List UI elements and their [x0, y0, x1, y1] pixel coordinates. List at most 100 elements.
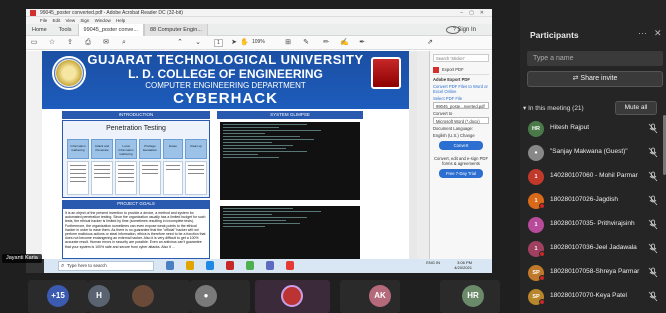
chrome-icon[interactable]: [246, 261, 254, 270]
tab-document-poster[interactable]: 99045_poster conve...: [77, 23, 144, 36]
print-icon[interactable]: ⎙: [84, 39, 92, 47]
participant-name: 180280107035- Prithvirajsinh: [550, 220, 635, 227]
hand-tool-icon[interactable]: ✋: [240, 39, 249, 47]
search-participant-input[interactable]: Type a name: [527, 51, 663, 66]
avatar: HR: [462, 285, 484, 307]
poster-college: L. D. COLLEGE OF ENGINEERING: [128, 67, 323, 81]
participant-row[interactable]: SP 180280107070-Keya Patel: [520, 288, 666, 306]
email-icon[interactable]: ✉: [102, 39, 110, 47]
export-pdf-tool[interactable]: Export PDF: [433, 65, 489, 75]
avatar: AK: [369, 285, 391, 307]
system-screenshot-1: [220, 122, 360, 200]
step-3: Local Information Gathering: [115, 139, 137, 159]
step-detail-1: [67, 161, 89, 195]
avatar: [132, 285, 154, 307]
page-number-field[interactable]: 1: [214, 39, 223, 47]
in-meeting-header[interactable]: ▾ In this meeting (21): [523, 104, 584, 112]
prev-page-icon[interactable]: ⌃: [176, 39, 184, 47]
document-scrollbar[interactable]: [409, 51, 417, 259]
fit-page-icon[interactable]: ⊞: [284, 39, 292, 47]
user-icon: ●: [528, 145, 544, 161]
gallery-tile-overflow[interactable]: +15: [28, 280, 88, 313]
participant-name: "Sanjay Makwana (Guest)": [550, 148, 628, 155]
system-screenshot-2: [220, 206, 360, 259]
participant-row[interactable]: HR Hitesh Rajput: [520, 120, 666, 138]
teams-icon[interactable]: [266, 261, 274, 270]
zoom-level[interactable]: 109%: [252, 39, 265, 45]
step-5: Erase: [163, 139, 183, 159]
select-file-link[interactable]: Select PDF File: [433, 96, 489, 101]
upload-icon[interactable]: ⇪: [66, 39, 74, 47]
tab-home[interactable]: Home: [26, 27, 53, 33]
participant-row[interactable]: 1 180280107026-Jagdish: [520, 192, 666, 210]
acrobat-title-bar: 99045_poster converted.pdf - Adobe Acrob…: [26, 9, 492, 17]
share-invite-button[interactable]: ⇄ Share invite: [527, 71, 663, 87]
selected-file[interactable]: 99045_poste...nverted.pdf: [433, 102, 489, 109]
file-explorer-icon[interactable]: [186, 261, 194, 270]
window-controls[interactable]: –▢✕: [460, 9, 490, 17]
sign-icon[interactable]: ✒: [358, 39, 366, 47]
language-indicator[interactable]: ENG IN: [426, 260, 440, 265]
search-icon: ⌕: [61, 263, 65, 269]
tools-search-field[interactable]: Search 'Sticker': [433, 54, 489, 62]
bookmark-star-icon[interactable]: ☆: [48, 39, 56, 47]
tab-tools[interactable]: Tools: [53, 27, 78, 33]
left-nav-rail[interactable]: [26, 51, 42, 259]
comment-icon[interactable]: ✎: [302, 39, 310, 47]
clock-date: 4/20/2021: [454, 265, 472, 270]
poster-university: GUJARAT TECHNOLOGICAL UNIVERSITY: [87, 52, 364, 67]
app-icon[interactable]: [286, 261, 294, 270]
participant-name: 140280107060 - Mohil Parmar: [550, 172, 638, 179]
convert-button[interactable]: Convert: [439, 141, 483, 150]
step-1: Information Gathering: [67, 139, 89, 159]
taskbar-search[interactable]: ⌕ Type here to search: [58, 261, 154, 271]
acrobat-app-icon: [30, 10, 36, 16]
step-2: Attack and Penetrate: [91, 139, 113, 159]
gallery-tile-ak[interactable]: AK: [340, 280, 400, 313]
share-icon[interactable]: ⇗: [426, 39, 434, 47]
introduction-box: Penetration Testing Information Gatherin…: [62, 120, 210, 198]
task-view-icon[interactable]: [166, 261, 174, 270]
close-icon[interactable]: ✕: [654, 28, 662, 39]
next-page-icon[interactable]: ⌄: [194, 39, 202, 47]
avatar: 1: [528, 217, 544, 233]
more-options-icon[interactable]: ···: [638, 28, 647, 38]
acrobat-taskbar-icon[interactable]: [226, 261, 234, 270]
save-icon[interactable]: ▭: [30, 39, 38, 47]
pdf-page: GUJARAT TECHNOLOGICAL UNIVERSITY L. D. C…: [42, 51, 409, 259]
participant-row[interactable]: 1 140280107060 - Mohil Parmar: [520, 168, 666, 186]
participants-panel: Participants ··· ✕ Type a name ⇄ Share i…: [520, 0, 666, 313]
mic-muted-icon: [648, 147, 658, 158]
avatar: HR: [528, 121, 544, 137]
free-trial-button[interactable]: Free 7-Day Trial: [439, 169, 483, 178]
draw-icon[interactable]: ✍: [340, 39, 349, 47]
status-badge: [539, 203, 545, 209]
participant-row[interactable]: 1 180280107036-Jeel Jadawala: [520, 240, 666, 258]
highlight-icon[interactable]: ✏: [322, 39, 330, 47]
sign-in-link[interactable]: Sign In: [451, 24, 482, 36]
gallery-tile-guest[interactable]: ●: [190, 280, 250, 313]
clock[interactable]: 3:06 PM 4/20/2021: [454, 260, 472, 270]
poster-project-title: CYBERHACK: [173, 90, 278, 107]
language-value[interactable]: English (U.S.) Change: [433, 133, 489, 138]
status-badge: [539, 251, 545, 257]
gallery-tile-hr[interactable]: HR: [440, 280, 500, 313]
tools-rail[interactable]: [417, 51, 429, 259]
mic-muted-icon: [648, 291, 658, 302]
gallery-tile-photo[interactable]: [130, 280, 190, 313]
mute-all-button[interactable]: Mute all: [615, 101, 657, 115]
participant-row[interactable]: ● "Sanjay Makwana (Guest)": [520, 144, 666, 162]
format-dropdown[interactable]: Microsoft Word (*.docx): [433, 117, 489, 124]
search-icon[interactable]: ⌕: [120, 39, 128, 47]
gallery-tile-speaker[interactable]: [255, 280, 330, 313]
adobe-export-heading: Adobe Export PDF: [433, 77, 470, 82]
edge-icon[interactable]: [206, 261, 214, 270]
participant-row[interactable]: SP 180280107058-Shreya Parmar: [520, 264, 666, 282]
avatar: 1: [528, 169, 544, 185]
mic-muted-icon: [648, 171, 658, 182]
export-pdf-icon: [433, 66, 439, 73]
tab-document-computer-engineering[interactable]: 88 Computer Engin...: [143, 23, 208, 36]
avatar: H: [88, 285, 110, 307]
select-cursor-icon[interactable]: ➤: [230, 39, 238, 47]
participant-row[interactable]: 1 180280107035- Prithvirajsinh: [520, 216, 666, 234]
